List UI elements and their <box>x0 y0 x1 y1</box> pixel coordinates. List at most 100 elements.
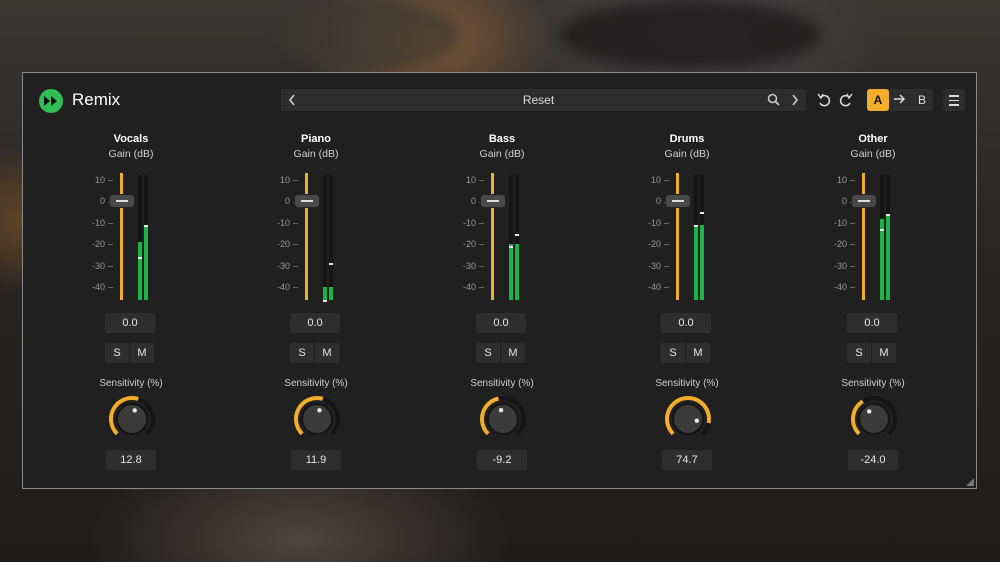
meter-fill <box>323 287 327 300</box>
sensitivity-knob[interactable] <box>664 395 712 443</box>
mute-button[interactable]: M <box>130 343 154 363</box>
peak-indicator <box>138 257 142 260</box>
hamburger-menu-button[interactable] <box>943 89 965 111</box>
scale-tick: -10 <box>639 218 669 228</box>
level-meter-l <box>880 175 884 300</box>
scale-tick: 10 <box>83 175 113 185</box>
gain-fader-handle[interactable] <box>481 195 505 208</box>
hamburger-menu-icon <box>949 95 959 97</box>
gain-value-field[interactable]: 0.0 <box>105 313 155 333</box>
arrow-right-icon <box>894 94 906 104</box>
scale-tick: 0 <box>825 196 855 206</box>
channel-strip-drums: Drums Gain (dB) 10 0 -10 -20 -30 -40 0.0 S M … <box>627 133 747 473</box>
level-meter-l <box>509 175 513 300</box>
ab-compare: A B <box>867 89 933 111</box>
level-meter-l <box>138 175 142 300</box>
gain-label: Gain (dB) <box>479 148 525 160</box>
level-meter-l <box>323 175 327 302</box>
background-studio <box>280 0 460 70</box>
gain-value-field[interactable]: 0.0 <box>290 313 340 333</box>
db-scale: 10 0 -10 -20 -30 -40 <box>83 175 113 305</box>
scale-tick: 0 <box>268 196 298 206</box>
gain-fader-handle[interactable] <box>295 195 319 208</box>
sensitivity-value-field[interactable]: 11.9 <box>291 450 341 470</box>
hamburger-menu-icon-line <box>949 99 959 101</box>
scale-tick: -10 <box>268 218 298 228</box>
scale-tick: -20 <box>268 239 298 249</box>
preset-prev-button[interactable] <box>281 89 303 111</box>
level-meter-r <box>700 175 704 300</box>
level-meter-r <box>144 175 148 300</box>
scale-tick: 0 <box>639 196 669 206</box>
scale-tick: -10 <box>83 218 113 228</box>
scale-tick: -10 <box>454 218 484 228</box>
preset-name[interactable]: Reset <box>321 89 756 111</box>
db-scale: 10 0 -10 -20 -30 -40 <box>454 175 484 305</box>
preset-b-button[interactable]: B <box>911 89 933 111</box>
scale-tick: 0 <box>454 196 484 206</box>
sensitivity-value-field[interactable]: 74.7 <box>662 450 712 470</box>
gain-value-field[interactable]: 0.0 <box>476 313 526 333</box>
preset-bar: Reset <box>281 89 806 111</box>
meter-fill <box>700 224 704 300</box>
channel-name: Other <box>858 133 888 145</box>
mute-button[interactable]: M <box>872 343 896 363</box>
channel-strip-other: Other Gain (dB) 10 0 -10 -20 -30 -40 0.0 S M … <box>813 133 933 473</box>
gain-fader-track[interactable] <box>305 173 308 300</box>
scale-tick: -40 <box>268 282 298 292</box>
gain-fader-track[interactable] <box>120 173 123 300</box>
solo-button[interactable]: S <box>105 343 129 363</box>
chevron-right-icon <box>792 94 799 106</box>
mute-button[interactable]: M <box>686 343 710 363</box>
gain-fader-track[interactable] <box>862 173 865 300</box>
gain-value-field[interactable]: 0.0 <box>847 313 897 333</box>
scale-tick: -30 <box>825 261 855 271</box>
sensitivity-knob[interactable] <box>850 395 898 443</box>
channel-strip-piano: Piano Gain (dB) 10 0 -10 -20 -30 -40 0.0 S M … <box>256 133 376 473</box>
sensitivity-knob[interactable] <box>108 395 156 443</box>
scale-tick: 10 <box>454 175 484 185</box>
gain-fader-handle[interactable] <box>666 195 690 208</box>
sensitivity-knob[interactable] <box>293 395 341 443</box>
solo-button[interactable]: S <box>290 343 314 363</box>
resize-handle-icon[interactable] <box>966 478 974 486</box>
channel-strip-bass: Bass Gain (dB) 10 0 -10 -20 -30 -40 0.0 S M S… <box>442 133 562 473</box>
gain-fader-handle[interactable] <box>852 195 876 208</box>
mute-button[interactable]: M <box>315 343 339 363</box>
preset-search-button[interactable] <box>762 89 784 111</box>
solo-button[interactable]: S <box>847 343 871 363</box>
preset-next-button[interactable] <box>784 89 806 111</box>
gain-fader-track[interactable] <box>676 173 679 300</box>
preset-a-button[interactable]: A <box>867 89 889 111</box>
scale-tick: 0 <box>83 196 113 206</box>
gain-value-field[interactable]: 0.0 <box>661 313 711 333</box>
undo-button[interactable] <box>813 89 835 111</box>
gain-fader-handle[interactable] <box>110 195 134 208</box>
peak-indicator <box>880 229 884 232</box>
mute-button[interactable]: M <box>501 343 525 363</box>
scale-tick: -30 <box>83 261 113 271</box>
scale-tick: -30 <box>454 261 484 271</box>
solo-button[interactable]: S <box>661 343 685 363</box>
copy-a-to-b-button[interactable] <box>889 89 911 111</box>
channel-name: Piano <box>301 133 331 145</box>
solo-button[interactable]: S <box>476 343 500 363</box>
sensitivity-value-field[interactable]: 12.8 <box>106 450 156 470</box>
scale-tick: -30 <box>268 261 298 271</box>
sensitivity-value-field[interactable]: -24.0 <box>848 450 898 470</box>
gain-fader-track[interactable] <box>491 173 494 300</box>
db-scale: 10 0 -10 -20 -30 -40 <box>825 175 855 305</box>
scale-tick: -20 <box>825 239 855 249</box>
peak-indicator <box>886 214 890 217</box>
redo-button[interactable] <box>835 89 857 111</box>
meter-fill <box>329 287 333 300</box>
peak-indicator <box>323 299 327 302</box>
sensitivity-label: Sensitivity (%) <box>284 378 348 389</box>
sensitivity-label: Sensitivity (%) <box>655 378 719 389</box>
channel-name: Vocals <box>113 133 149 145</box>
sensitivity-knob[interactable] <box>479 395 527 443</box>
gain-label: Gain (dB) <box>850 148 896 160</box>
plugin-window: Remix Reset A B Vocals Gain (dB) 10 0 -1… <box>22 72 977 489</box>
sensitivity-value-field[interactable]: -9.2 <box>477 450 527 470</box>
meter-fill <box>694 224 698 300</box>
